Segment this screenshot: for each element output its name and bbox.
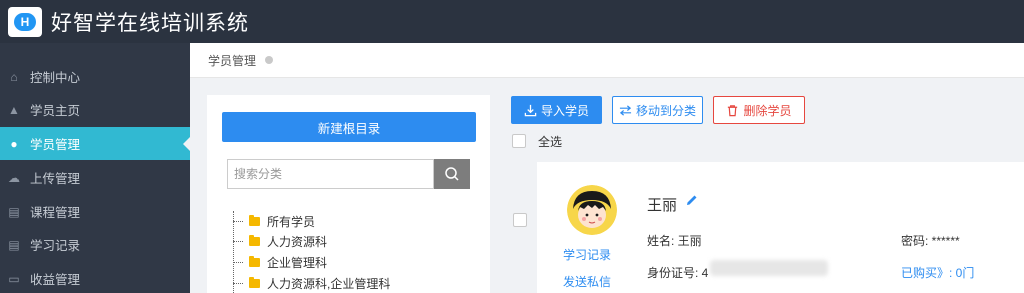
tree-node-label: 人力资源科,企业管理科 (267, 276, 391, 291)
users-icon: ● (10, 136, 18, 151)
home-icon: ⌂ (10, 69, 18, 84)
folder-icon (249, 234, 260, 246)
student-card: 学习记录 发送私信 王丽 姓名: 王丽 密码: ****** 身份证号: 4 已… (537, 162, 1024, 293)
logo-letter: H (14, 12, 36, 31)
student-avatar (567, 185, 617, 235)
search-icon (445, 167, 459, 181)
breadcrumb-current[interactable]: 学员管理 (208, 52, 256, 69)
swap-arrows-icon (619, 104, 632, 116)
sidebar-item-label: 学员管理 (30, 138, 81, 152)
sidebar-item-study-records[interactable]: ▤ 学习记录 (0, 228, 190, 261)
password-field: 密码: ****** (901, 234, 960, 248)
tree-node-enterprise-management[interactable]: 企业管理科 (233, 252, 327, 272)
id-number-field: 身份证号: 4 (647, 266, 709, 280)
app-title: 好智学在线培训系统 (51, 11, 249, 35)
edit-pencil-icon[interactable] (685, 193, 699, 207)
category-search-input[interactable] (227, 159, 434, 189)
select-all-checkbox[interactable] (512, 134, 526, 148)
folder-icon (249, 276, 260, 288)
category-panel: 新建根目录 所有学员 人力资源科 企业管理科 人力资源科,企业管理科 (207, 95, 490, 293)
book-icon: ▤ (8, 204, 20, 219)
sidebar-item-label: 学员主页 (30, 104, 81, 118)
import-students-label: 导入学员 (540, 103, 589, 118)
new-root-directory-button[interactable]: 新建根目录 (222, 112, 476, 142)
app-logo[interactable]: H (8, 6, 42, 37)
delete-students-label: 删除学员 (743, 103, 792, 118)
tree-node-hr[interactable]: 人力资源科 (233, 231, 327, 251)
import-students-button[interactable]: 导入学员 (511, 96, 602, 124)
download-icon (524, 104, 537, 116)
send-message-link[interactable]: 发送私信 (563, 273, 611, 290)
folder-icon (249, 255, 260, 267)
purchased-courses-link[interactable]: 已购买》: 0门 (901, 264, 974, 281)
trash-icon (728, 104, 738, 116)
move-to-category-label: 移动到分类 (635, 103, 696, 118)
sidebar-item-label: 上传管理 (30, 172, 81, 186)
graduation-cap-icon: ▲ (8, 102, 20, 117)
student-row-checkbox[interactable] (513, 213, 527, 227)
tree-node-label: 企业管理科 (267, 255, 328, 270)
student-name-field: 姓名: 王丽 (647, 234, 702, 248)
sidebar-item-label: 收益管理 (30, 273, 81, 287)
breadcrumb: 学员管理 (190, 43, 1024, 78)
search-button[interactable] (434, 159, 470, 189)
sidebar-item-course-management[interactable]: ▤ 课程管理 (0, 195, 190, 228)
move-to-category-button[interactable]: 移动到分类 (612, 96, 703, 124)
id-number-redacted (710, 260, 828, 276)
sidebar-item-revenue-management[interactable]: ▭ 收益管理 (0, 262, 190, 293)
study-record-link[interactable]: 学习记录 (563, 246, 611, 263)
sidebar-item-label: 学习记录 (30, 239, 81, 253)
select-all-label: 全选 (538, 135, 563, 149)
tree-node-label: 人力资源科 (267, 234, 328, 249)
cloud-upload-icon: ☁ (8, 170, 20, 185)
sidebar-item-label: 控制中心 (30, 71, 81, 85)
delete-students-button[interactable]: 删除学员 (713, 96, 805, 124)
tree-node-label: 所有学员 (267, 214, 316, 229)
student-name: 王丽 (647, 197, 678, 214)
card-icon: ▭ (8, 271, 20, 286)
sidebar-item-dashboard[interactable]: ⌂ 控制中心 (0, 60, 190, 93)
sidebar-item-student-home[interactable]: ▲ 学员主页 (0, 93, 190, 126)
tree-node-hr-enterprise[interactable]: 人力资源科,企业管理科 (233, 273, 390, 293)
book-icon: ▤ (8, 237, 20, 252)
sidebar-item-label: 课程管理 (30, 206, 81, 220)
sidebar-item-student-management[interactable]: ● 学员管理 (0, 127, 191, 160)
folder-icon (249, 214, 260, 226)
breadcrumb-dot-icon (265, 56, 274, 64)
sidebar-item-upload-management[interactable]: ☁ 上传管理 (0, 161, 190, 194)
sidebar: ⌂ 控制中心 ▲ 学员主页 ● 学员管理 ☁ 上传管理 ▤ 课程管理 ▤ 学习记… (0, 43, 191, 293)
tree-node-all-students[interactable]: 所有学员 (233, 211, 315, 231)
top-bar: H 好智学在线培训系统 (0, 0, 1024, 43)
